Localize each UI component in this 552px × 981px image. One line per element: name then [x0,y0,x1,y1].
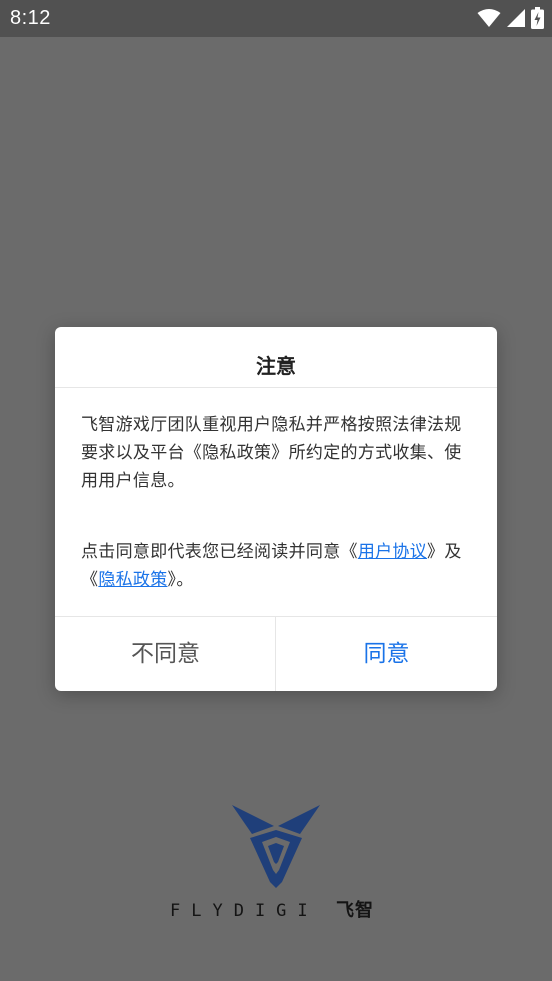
consent-prefix: 点击同意即代表您已经阅读并同意《 [81,542,358,562]
brand-english: FLYDIGI [170,901,319,921]
consent-statement: 点击同意即代表您已经阅读并同意《用户协议》及《隐私政策》。 [81,538,477,594]
consent-suffix: 》。 [167,570,194,590]
battery-charging-icon [531,7,544,29]
agree-button[interactable]: 同意 [276,617,497,691]
wifi-icon [477,8,501,28]
dialog-title: 注意 [256,354,296,378]
privacy-statement: 飞智游戏厅团队重视用户隐私并严格按照法律法规要求以及平台《隐私政策》所约定的方式… [81,415,462,491]
status-bar: 8:12 [0,0,552,37]
status-icons [477,7,544,29]
divider [55,387,497,388]
brand-wordmark: FLYDIGI 飞智 [170,898,382,924]
brand-chinese: 飞智 [336,900,374,921]
flydigi-logo-icon [226,800,326,890]
decline-button[interactable]: 不同意 [55,617,276,691]
user-agreement-link[interactable]: 用户协议 [358,542,427,562]
privacy-policy-link[interactable]: 隐私政策 [98,570,167,590]
status-time: 8:12 [10,7,51,29]
privacy-dialog: 注意 飞智游戏厅团队重视用户隐私并严格按照法律法规要求以及平台《隐私政策》所约定… [55,327,497,691]
signal-icon [507,8,525,28]
dialog-body: 飞智游戏厅团队重视用户隐私并严格按照法律法规要求以及平台《隐私政策》所约定的方式… [81,411,477,594]
